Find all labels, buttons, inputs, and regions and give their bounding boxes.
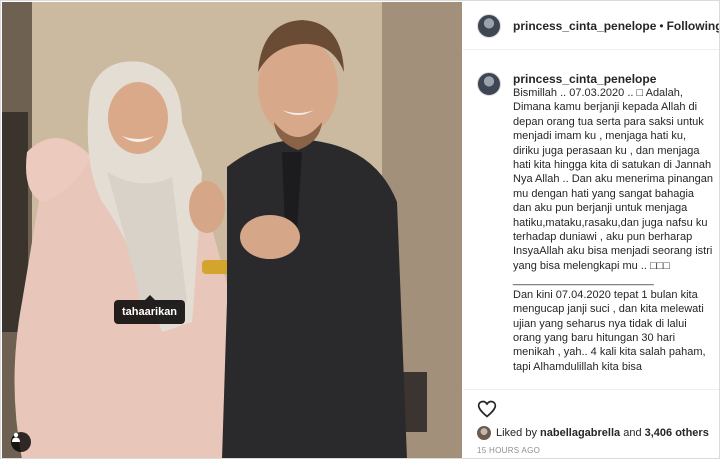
instagram-post: tahaarikan princess_cinta_penelope • Fol… [0, 0, 720, 459]
caption-text: Bismillah .. 07.03.2020 .. □ Adalah, Dim… [513, 87, 713, 373]
caption-section: princess_cinta_penelope Bismillah .. 07.… [463, 64, 719, 389]
heart-icon [477, 400, 497, 418]
following-button[interactable]: Following [667, 19, 719, 33]
liker-avatar[interactable] [477, 426, 491, 440]
caption-username[interactable]: princess_cinta_penelope [513, 72, 656, 86]
couple-photo-illustration [2, 2, 462, 458]
likes-summary: Liked by nabellagabrella and 3,406 other… [477, 425, 709, 441]
user-tags-button[interactable] [11, 432, 31, 452]
caption-avatar[interactable] [477, 72, 501, 96]
action-bar [463, 389, 719, 425]
person-icon [12, 432, 20, 442]
post-header: princess_cinta_penelope • Following [463, 2, 719, 50]
post-side-panel: princess_cinta_penelope • Following prin… [463, 2, 719, 458]
user-tag-label[interactable]: tahaarikan [114, 295, 186, 324]
likes-count-link[interactable]: 3,406 others [645, 427, 709, 439]
header-username[interactable]: princess_cinta_penelope [513, 19, 656, 33]
post-photo[interactable]: tahaarikan [2, 2, 462, 458]
liker-username[interactable]: nabellagabrella [540, 427, 620, 439]
avatar[interactable] [477, 13, 501, 38]
like-button[interactable] [477, 399, 497, 419]
follow-separator: • [659, 18, 664, 33]
likes-connector: and [623, 427, 642, 439]
post-timestamp[interactable]: 15 HOURS AGO [477, 446, 540, 455]
likes-prefix: Liked by [496, 427, 537, 439]
